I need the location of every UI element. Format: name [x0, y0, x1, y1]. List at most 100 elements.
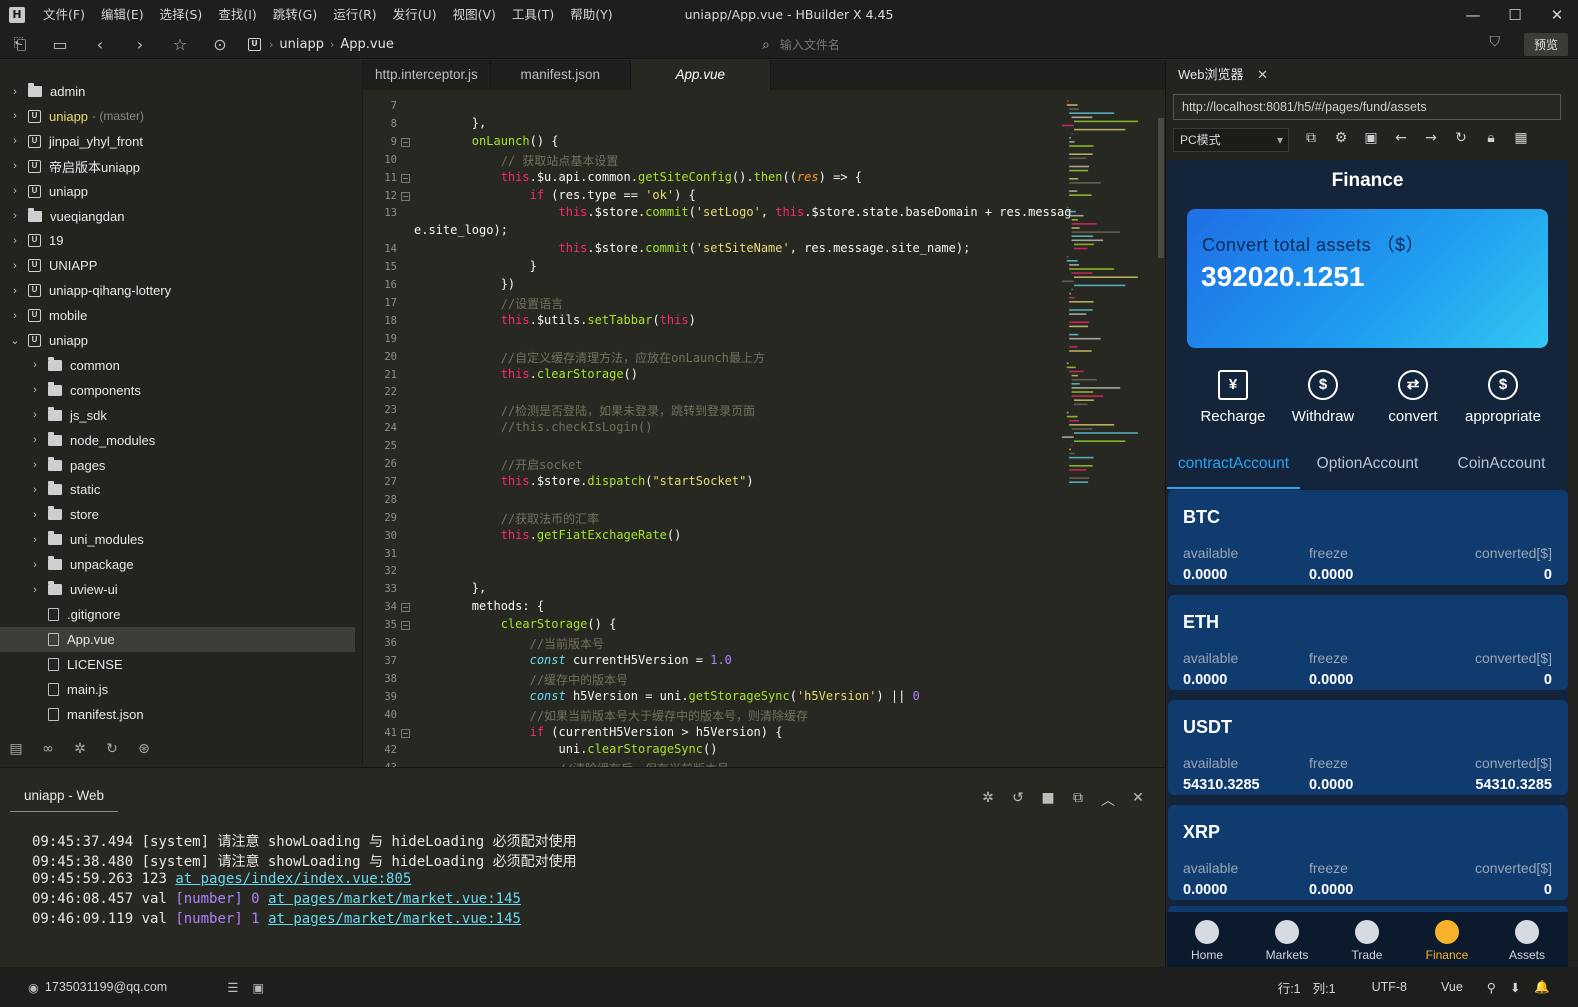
code-line[interactable]: e.site_logo);	[414, 223, 508, 237]
search-icon[interactable]: ⚲	[1487, 980, 1496, 995]
devtools-icon[interactable]: ▣	[1356, 130, 1386, 146]
code-line[interactable]: methods: {	[414, 599, 544, 613]
refresh-icon[interactable]: ↻	[1446, 130, 1476, 146]
restart-icon[interactable]: ↺	[1003, 790, 1033, 810]
sidebar-item[interactable]: .gitignore	[0, 602, 355, 627]
code-line[interactable]: //当前版本号	[414, 635, 604, 652]
chevron-right-icon[interactable]: ›	[28, 434, 42, 446]
chevron-right-icon[interactable]: ›	[8, 310, 22, 322]
code-line[interactable]: },	[414, 116, 486, 130]
code-line[interactable]: //开启socket	[414, 456, 583, 473]
chevron-right-icon[interactable]: ›	[8, 160, 22, 172]
collapse-icon[interactable]: ︿	[1093, 790, 1123, 810]
tab-option-account[interactable]: OptionAccount	[1301, 455, 1434, 489]
fold-toggle-icon[interactable]: −	[401, 173, 410, 183]
sidebar-item[interactable]: › store	[0, 502, 355, 527]
code-line[interactable]: this.getFiatExchageRate()	[414, 528, 682, 542]
code-line[interactable]: clearStorage() {	[414, 617, 617, 631]
code-editor[interactable]: 78 }, 9− onLaunch() {10 // 获取站点基本设置 11− th…	[363, 90, 1165, 767]
filter-icon[interactable]: ⛉	[1490, 34, 1501, 50]
code-line[interactable]: this.$utils.setTabbar(this)	[414, 313, 696, 327]
log-source-link[interactable]: at pages/index/index.vue:805	[175, 871, 411, 887]
chevron-right-icon[interactable]: ›	[28, 559, 42, 571]
coin-card[interactable]: ETH available freeze converted[$] 0.0000 0.00…	[1168, 595, 1568, 690]
code-line[interactable]: if (res.type == 'ok') {	[414, 188, 696, 202]
sidebar-item[interactable]: › uni_modules	[0, 527, 355, 552]
tabbar-item-assets[interactable]: Assets	[1487, 912, 1567, 967]
chevron-right-icon[interactable]: ›	[28, 359, 42, 371]
sidebar-item[interactable]: › vueqiangdan	[0, 204, 355, 229]
save-icon[interactable]: ▭	[40, 35, 80, 54]
fold-toggle-icon[interactable]: −	[401, 621, 410, 631]
url-field[interactable]: http://localhost:8081/h5/#/pages/fund/as…	[1173, 94, 1561, 120]
code-line[interactable]: },	[414, 581, 486, 595]
code-line[interactable]: })	[414, 277, 515, 291]
code-line[interactable]: //清除缓存后，保存当前版本号	[414, 760, 728, 767]
explorer-icon[interactable]: ▤	[0, 741, 32, 757]
code-line[interactable]: this.$store.dispatch("startSocket")	[414, 474, 754, 488]
sidebar-item[interactable]: › U 帝启版本uniapp	[0, 154, 355, 179]
sidebar-item[interactable]: › Umobile	[0, 303, 355, 328]
minimize-button[interactable]: —	[1452, 0, 1494, 30]
encoding[interactable]: UTF-8	[1372, 980, 1407, 994]
sidebar-item[interactable]: › unpackage	[0, 552, 355, 577]
sidebar-item[interactable]: › static	[0, 477, 355, 502]
menu-find[interactable]: 查找(I)	[210, 0, 264, 30]
menu-publish[interactable]: 发行(U)	[385, 0, 445, 30]
run-icon[interactable]: ⊙	[200, 35, 240, 54]
language-mode[interactable]: Vue	[1441, 980, 1463, 994]
chevron-right-icon[interactable]: ›	[8, 260, 22, 272]
menu-edit[interactable]: 编辑(E)	[93, 0, 152, 30]
user-account[interactable]: 1735031199@qq.com	[45, 980, 167, 994]
console-tab[interactable]: uniapp - Web	[10, 780, 119, 812]
chevron-right-icon[interactable]: ›	[28, 534, 42, 546]
code-line[interactable]: uni.clearStorageSync()	[414, 742, 717, 756]
code-line[interactable]: this.$store.commit('setLogo', this.$stor…	[414, 205, 1072, 219]
chevron-right-icon[interactable]: ›	[8, 185, 22, 197]
breadcrumb-project[interactable]: uniapp	[279, 37, 324, 52]
coin-card[interactable]: XRP available freeze converted[$] 0.0000 0.00…	[1168, 805, 1568, 900]
stop-icon[interactable]: ■	[1033, 790, 1063, 810]
tab-http-interceptor[interactable]: http.interceptor.js	[363, 60, 491, 90]
code-line[interactable]: const h5Version = uni.getStorageSync('h5…	[414, 689, 920, 703]
chevron-right-icon[interactable]: ›	[28, 509, 42, 521]
code-line[interactable]: //this.checkIsLogin()	[414, 420, 653, 434]
sidebar-item[interactable]: ⌄ Uuniapp	[0, 328, 355, 353]
chevron-right-icon[interactable]: ›	[28, 584, 42, 596]
code-line[interactable]: }	[414, 259, 537, 273]
editor-scrollbar[interactable]	[1158, 118, 1164, 258]
tabbar-item-home[interactable]: Home	[1167, 912, 1247, 967]
close-tab-icon[interactable]: ✕	[1257, 67, 1268, 82]
bug-icon[interactable]: ✲	[973, 790, 1003, 810]
fold-toggle-icon[interactable]: −	[401, 603, 410, 613]
tabbar-item-trade[interactable]: Trade	[1327, 912, 1407, 967]
git-icon[interactable]: ↻	[96, 741, 128, 757]
mode-select[interactable]: PC模式	[1173, 128, 1289, 152]
chevron-right-icon[interactable]: ›	[28, 484, 42, 496]
chevron-right-icon[interactable]: ›	[28, 459, 42, 471]
forward-icon[interactable]: ›	[120, 35, 160, 54]
appropriate-button[interactable]: $ appropriate	[1457, 370, 1549, 425]
preview-button[interactable]: 预览	[1523, 33, 1568, 56]
chevron-right-icon[interactable]: ›	[8, 285, 22, 297]
sidebar-item[interactable]: › Uuniapp-qihang-lottery	[0, 278, 355, 303]
browser-tab[interactable]: Web浏览器 ✕	[1166, 60, 1280, 90]
sidebar-item[interactable]: › common	[0, 353, 355, 378]
lock-icon[interactable]: 🔒︎	[1476, 130, 1506, 146]
log-source-link[interactable]: at pages/market/market.vue:145	[268, 911, 521, 927]
tab-manifest[interactable]: manifest.json	[491, 60, 631, 90]
chevron-down-icon[interactable]: ⌄	[8, 334, 22, 347]
tab-contract-account[interactable]: contractAccount	[1167, 455, 1300, 489]
coin-card[interactable]: USDT available freeze converted[$] 54310.328…	[1168, 700, 1568, 795]
sidebar-item[interactable]: › U UNIAPP	[0, 253, 355, 278]
chevron-right-icon[interactable]: ›	[8, 110, 22, 122]
menu-tools[interactable]: 工具(T)	[504, 0, 562, 30]
sidebar-item[interactable]: › pages	[0, 453, 355, 478]
binoculars-icon[interactable]: ∞	[32, 741, 64, 757]
terminal-icon[interactable]: ▣	[252, 980, 264, 995]
tabbar-item-markets[interactable]: Markets	[1247, 912, 1327, 967]
recharge-button[interactable]: ¥ Recharge	[1187, 370, 1279, 425]
sidebar-item[interactable]: › node_modules	[0, 428, 355, 453]
code-line[interactable]: this.$store.commit('setSiteName', res.me…	[414, 241, 971, 255]
sidebar-item[interactable]: App.vue	[0, 626, 355, 652]
